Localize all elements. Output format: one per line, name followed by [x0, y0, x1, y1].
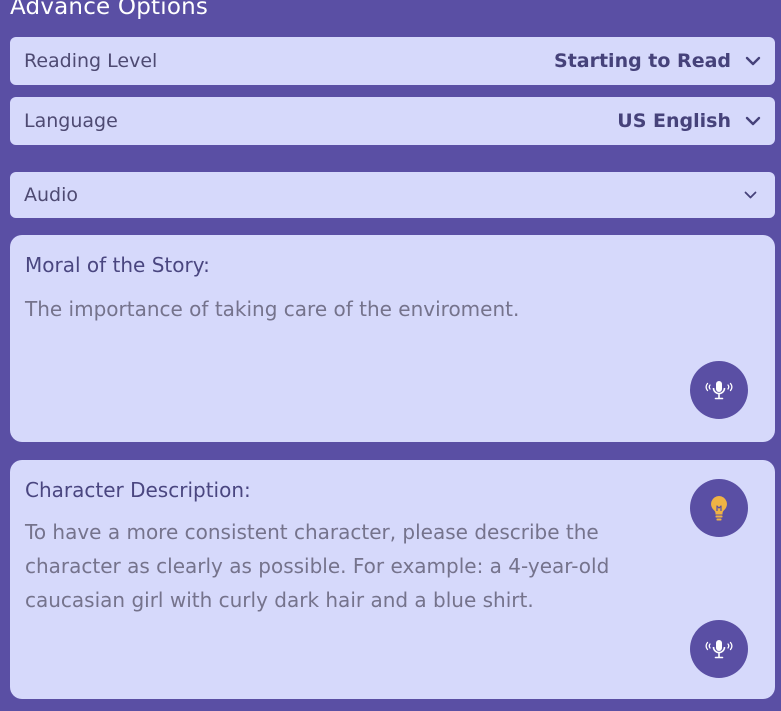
moral-of-story-card: Moral of the Story: The importance of ta…: [10, 235, 775, 442]
moral-mic-button[interactable]: [690, 361, 748, 419]
audio-section-toggle[interactable]: Audio: [10, 172, 775, 218]
chevron-down-icon: [725, 191, 775, 199]
reading-level-value: Starting to Read: [554, 50, 731, 72]
language-value: US English: [617, 110, 731, 132]
moral-of-story-title: Moral of the Story:: [25, 253, 210, 277]
character-description-title: Character Description:: [25, 478, 251, 502]
character-suggestion-button[interactable]: [690, 479, 748, 537]
audio-label: Audio: [24, 184, 79, 206]
chevron-down-icon: [731, 116, 775, 126]
language-select[interactable]: Language US English: [10, 97, 775, 145]
reading-level-select[interactable]: Reading Level Starting to Read: [10, 37, 775, 85]
moral-of-story-input[interactable]: The importance of taking care of the env…: [25, 292, 675, 326]
lightbulb-icon: [711, 496, 727, 521]
character-mic-button[interactable]: [690, 620, 748, 678]
microphone-icon: [705, 640, 733, 659]
character-description-card: Character Description: To have a more co…: [10, 460, 775, 699]
character-description-input[interactable]: To have a more consistent character, ple…: [25, 515, 680, 617]
chevron-down-icon: [731, 56, 775, 66]
reading-level-label: Reading Level: [24, 50, 158, 72]
language-label: Language: [24, 110, 118, 132]
microphone-icon: [705, 381, 733, 400]
page-title: Advance Options: [10, 0, 209, 20]
